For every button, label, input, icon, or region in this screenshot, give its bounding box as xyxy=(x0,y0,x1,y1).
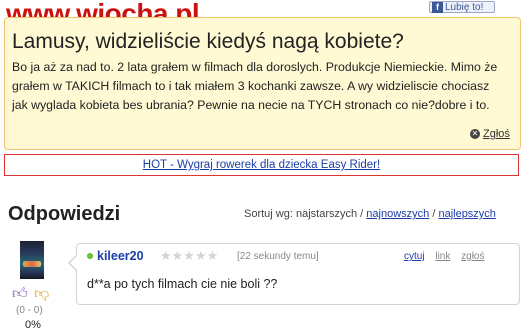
answer-pointer-fill xyxy=(70,256,77,270)
online-status-icon xyxy=(87,253,93,259)
report-icon: ✕ xyxy=(470,129,480,140)
answer-text: d**a po tych filmach cie nie boli ?? xyxy=(87,277,278,291)
report-label: Zgłoś xyxy=(483,128,510,140)
sort-label: Sortuj wg: najstarszych / xyxy=(244,208,364,220)
report-question-link[interactable]: ✕ Zgłoś xyxy=(470,128,510,140)
sort-separator: / xyxy=(432,208,436,220)
vote-percent: 0% xyxy=(25,319,41,331)
facebook-like-label: Lubię to! xyxy=(445,2,484,13)
report-answer-link[interactable]: zgłoś xyxy=(461,251,484,262)
answer-username[interactable]: kileer20 xyxy=(97,249,144,263)
quote-link[interactable]: cytuj xyxy=(404,251,425,262)
thumb-up-icon[interactable]: 👍︎ xyxy=(12,285,28,303)
answers-heading: Odpowiedzi xyxy=(8,203,121,225)
question-title: Lamusy, widzieliście kiedyś nagą kobiete… xyxy=(12,30,404,53)
star-rating-icon: ★★★★★ xyxy=(160,248,219,263)
question-body: Bo ja aż za nad to. 2 lata grałem w film… xyxy=(12,60,498,112)
answer-timestamp: [22 sekundy temu] xyxy=(237,251,319,262)
thumb-down-icon[interactable]: 👎︎ xyxy=(34,285,49,303)
facebook-icon: f xyxy=(432,2,443,13)
facebook-like-button[interactable]: f Lubię to! xyxy=(429,1,495,13)
permalink-link[interactable]: link xyxy=(435,251,450,262)
ad-link[interactable]: HOT - Wygraj rowerek dla dziecka Easy Ri… xyxy=(143,159,380,171)
avatar[interactable] xyxy=(20,241,44,279)
ad-banner: HOT - Wygraj rowerek dla dziecka Easy Ri… xyxy=(4,154,519,176)
sort-options: Sortuj wg: najstarszych / najnowszych / … xyxy=(244,208,496,220)
vote-count: (0 - 0) xyxy=(16,305,43,316)
sort-newest-link[interactable]: najnowszych xyxy=(366,208,429,220)
sort-best-link[interactable]: najlepszych xyxy=(438,208,495,220)
answer-actions: cytuj link zgłoś xyxy=(404,251,485,262)
